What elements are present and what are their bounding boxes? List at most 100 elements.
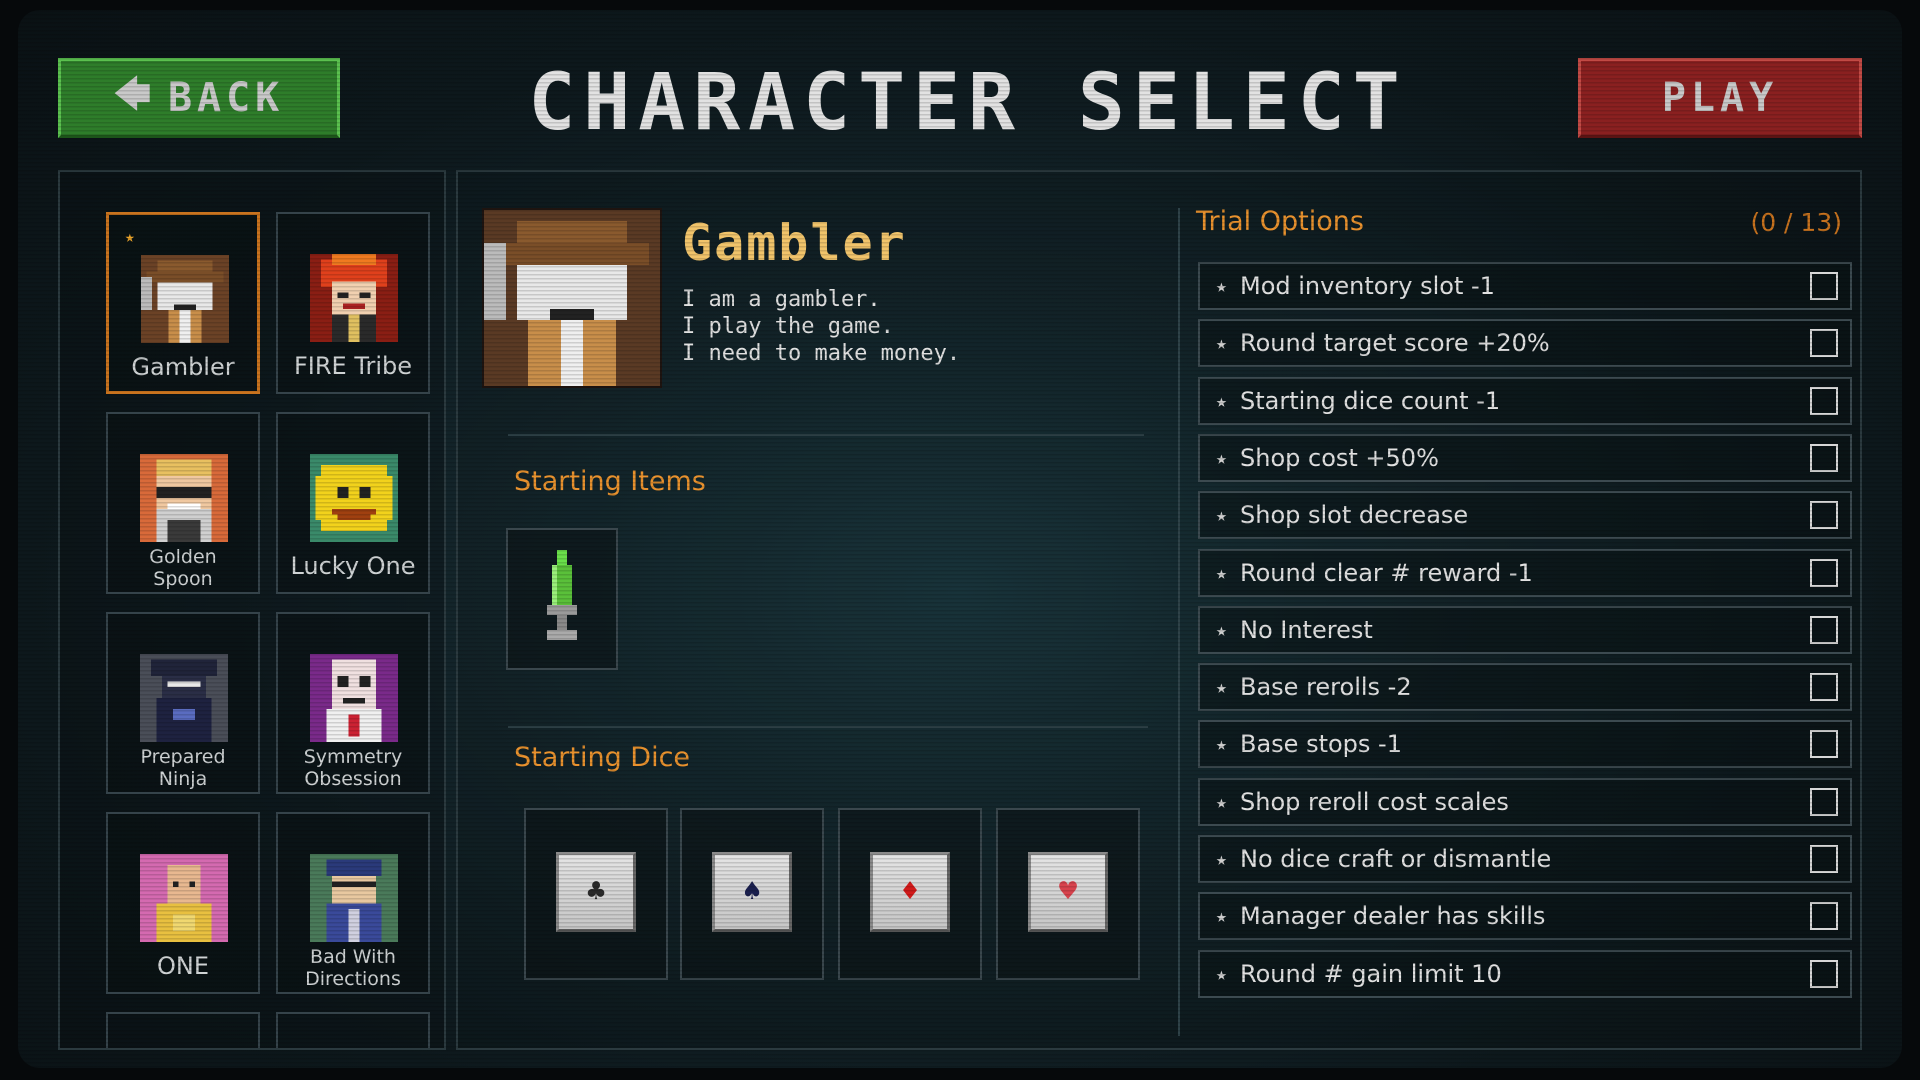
trial-option-checkbox[interactable]	[1810, 845, 1838, 873]
character-name-line: Ninja	[158, 768, 208, 790]
character-name-line: Symmetry	[303, 746, 403, 768]
arrow-left-icon: 🡄	[113, 73, 156, 115]
trial-option-checkbox[interactable]	[1810, 559, 1838, 587]
character-name-line: Bad With	[310, 946, 396, 968]
starting-die-slot[interactable]: ♥	[996, 808, 1140, 980]
star-icon: ★	[1216, 332, 1227, 354]
lucky-one-portrait-icon	[310, 454, 398, 542]
trial-option-label: Starting dice count -1	[1240, 387, 1501, 415]
trial-option-label: Manager dealer has skills	[1240, 902, 1546, 930]
character-name-line: Spoon	[153, 568, 213, 590]
game-screen: 🡄 BACK CHARACTER SELECT PLAY ★ Gambler F…	[18, 10, 1902, 1068]
trial-option-row[interactable]: ★ Round target score +20%	[1198, 319, 1852, 367]
trial-option-label: Round # gain limit 10	[1240, 960, 1502, 988]
trial-option-row[interactable]: ★ Round # gain limit 10	[1198, 950, 1852, 998]
page-title: CHARACTER SELECT	[528, 58, 1408, 148]
divider	[508, 434, 1144, 436]
trial-option-row[interactable]: ★ Base stops -1	[1198, 720, 1852, 768]
diamond-die-icon: ♦	[870, 852, 950, 932]
character-card-gambler[interactable]: ★ Gambler	[106, 212, 260, 394]
trial-option-checkbox[interactable]	[1810, 329, 1838, 357]
trial-option-row[interactable]: ★ Shop reroll cost scales	[1198, 778, 1852, 826]
character-name: Prepared Ninja	[108, 746, 258, 790]
star-icon: ★	[1216, 963, 1227, 985]
back-label: BACK	[167, 75, 285, 121]
trial-option-row[interactable]: ★ No Interest	[1198, 606, 1852, 654]
fire-tribe-portrait-icon	[310, 254, 398, 342]
trial-option-checkbox[interactable]	[1810, 788, 1838, 816]
trial-option-checkbox[interactable]	[1810, 960, 1838, 988]
prepared-ninja-portrait-icon	[140, 654, 228, 742]
trial-option-checkbox[interactable]	[1810, 730, 1838, 758]
gambler-portrait-icon	[141, 255, 229, 343]
back-button[interactable]: 🡄 BACK	[58, 58, 340, 138]
character-card-lucky-one[interactable]: Lucky One	[276, 412, 430, 594]
starting-die-slot[interactable]: ♣	[524, 808, 668, 980]
trial-option-checkbox[interactable]	[1810, 387, 1838, 415]
trial-option-checkbox[interactable]	[1810, 272, 1838, 300]
trial-option-checkbox[interactable]	[1810, 673, 1838, 701]
symmetry-obsession-portrait-icon	[310, 654, 398, 742]
play-button[interactable]: PLAY	[1578, 58, 1862, 138]
character-card-one[interactable]: ONE	[106, 812, 260, 994]
spade-die-icon: ♠	[712, 852, 792, 932]
star-icon: ★	[1216, 619, 1227, 641]
character-name: Golden Spoon	[108, 546, 258, 590]
character-card-golden-spoon[interactable]: Golden Spoon	[106, 412, 260, 594]
trial-option-checkbox[interactable]	[1810, 902, 1838, 930]
trial-option-row[interactable]: ★ No dice craft or dismantle	[1198, 835, 1852, 883]
trial-option-label: Mod inventory slot -1	[1240, 272, 1495, 300]
star-icon: ★	[1216, 562, 1227, 584]
character-card-bad-with-directions[interactable]: Bad With Directions	[276, 812, 430, 994]
character-name-line: Directions	[305, 968, 401, 990]
character-card-fire-tribe[interactable]: FIRE Tribe	[276, 212, 430, 394]
trial-option-label: Shop cost +50%	[1240, 444, 1439, 472]
trial-option-label: Base rerolls -2	[1240, 673, 1412, 701]
syringe-icon	[547, 550, 577, 640]
character-card-prepared-ninja[interactable]: Prepared Ninja	[106, 612, 260, 794]
character-description: I am a gambler. I play the game. I need …	[682, 286, 960, 367]
starting-item-slot[interactable]	[506, 528, 618, 670]
trial-option-label: Round clear # reward -1	[1240, 559, 1533, 587]
selected-character-portrait	[482, 208, 662, 388]
trial-option-row[interactable]: ★ Base rerolls -2	[1198, 663, 1852, 711]
character-name-line: Obsession	[304, 768, 402, 790]
starting-die-slot[interactable]: ♦	[838, 808, 982, 980]
star-icon: ★	[1216, 733, 1227, 755]
trial-options-count: (0 / 13)	[1750, 208, 1842, 237]
trial-option-checkbox[interactable]	[1810, 616, 1838, 644]
star-icon: ★	[1216, 676, 1227, 698]
character-card-symmetry-obsession[interactable]: Symmetry Obsession	[276, 612, 430, 794]
trial-option-row[interactable]: ★ Round clear # reward -1	[1198, 549, 1852, 597]
trial-option-checkbox[interactable]	[1810, 444, 1838, 472]
star-icon: ★	[1216, 848, 1227, 870]
trial-option-row[interactable]: ★ Starting dice count -1	[1198, 377, 1852, 425]
trial-option-label: Shop slot decrease	[1240, 501, 1469, 529]
starting-die-slot[interactable]: ♠	[680, 808, 824, 980]
star-icon: ★	[1216, 504, 1227, 526]
selected-character-name: Gambler	[682, 214, 907, 272]
star-icon: ★	[1216, 791, 1227, 813]
gambler-portrait-icon	[484, 210, 660, 386]
trial-option-label: No Interest	[1240, 616, 1373, 644]
club-die-icon: ♣	[556, 852, 636, 932]
heart-die-icon: ♥	[1028, 852, 1108, 932]
trial-option-row[interactable]: ★ Mod inventory slot -1	[1198, 262, 1852, 310]
character-name: Bad With Directions	[278, 946, 428, 990]
trial-option-row[interactable]: ★ Shop cost +50%	[1198, 434, 1852, 482]
golden-spoon-portrait-icon	[140, 454, 228, 542]
trial-options-heading: Trial Options	[1196, 206, 1364, 237]
trial-option-label: Base stops -1	[1240, 730, 1402, 758]
trial-option-row[interactable]: ★ Shop slot decrease	[1198, 491, 1852, 539]
one-portrait-icon	[140, 854, 228, 942]
character-name-line: Prepared	[140, 746, 226, 768]
character-card-partial[interactable]	[276, 1012, 430, 1048]
description-line: I need to make money.	[682, 341, 961, 366]
character-card-partial[interactable]	[106, 1012, 260, 1048]
character-list-panel: ★ Gambler FIRE Tribe Golden Spoon Lucky …	[58, 170, 446, 1050]
trial-option-checkbox[interactable]	[1810, 501, 1838, 529]
character-name: Gambler	[131, 353, 235, 381]
trial-option-label: No dice craft or dismantle	[1240, 845, 1552, 873]
star-icon: ★	[1216, 390, 1227, 412]
trial-option-row[interactable]: ★ Manager dealer has skills	[1198, 892, 1852, 940]
